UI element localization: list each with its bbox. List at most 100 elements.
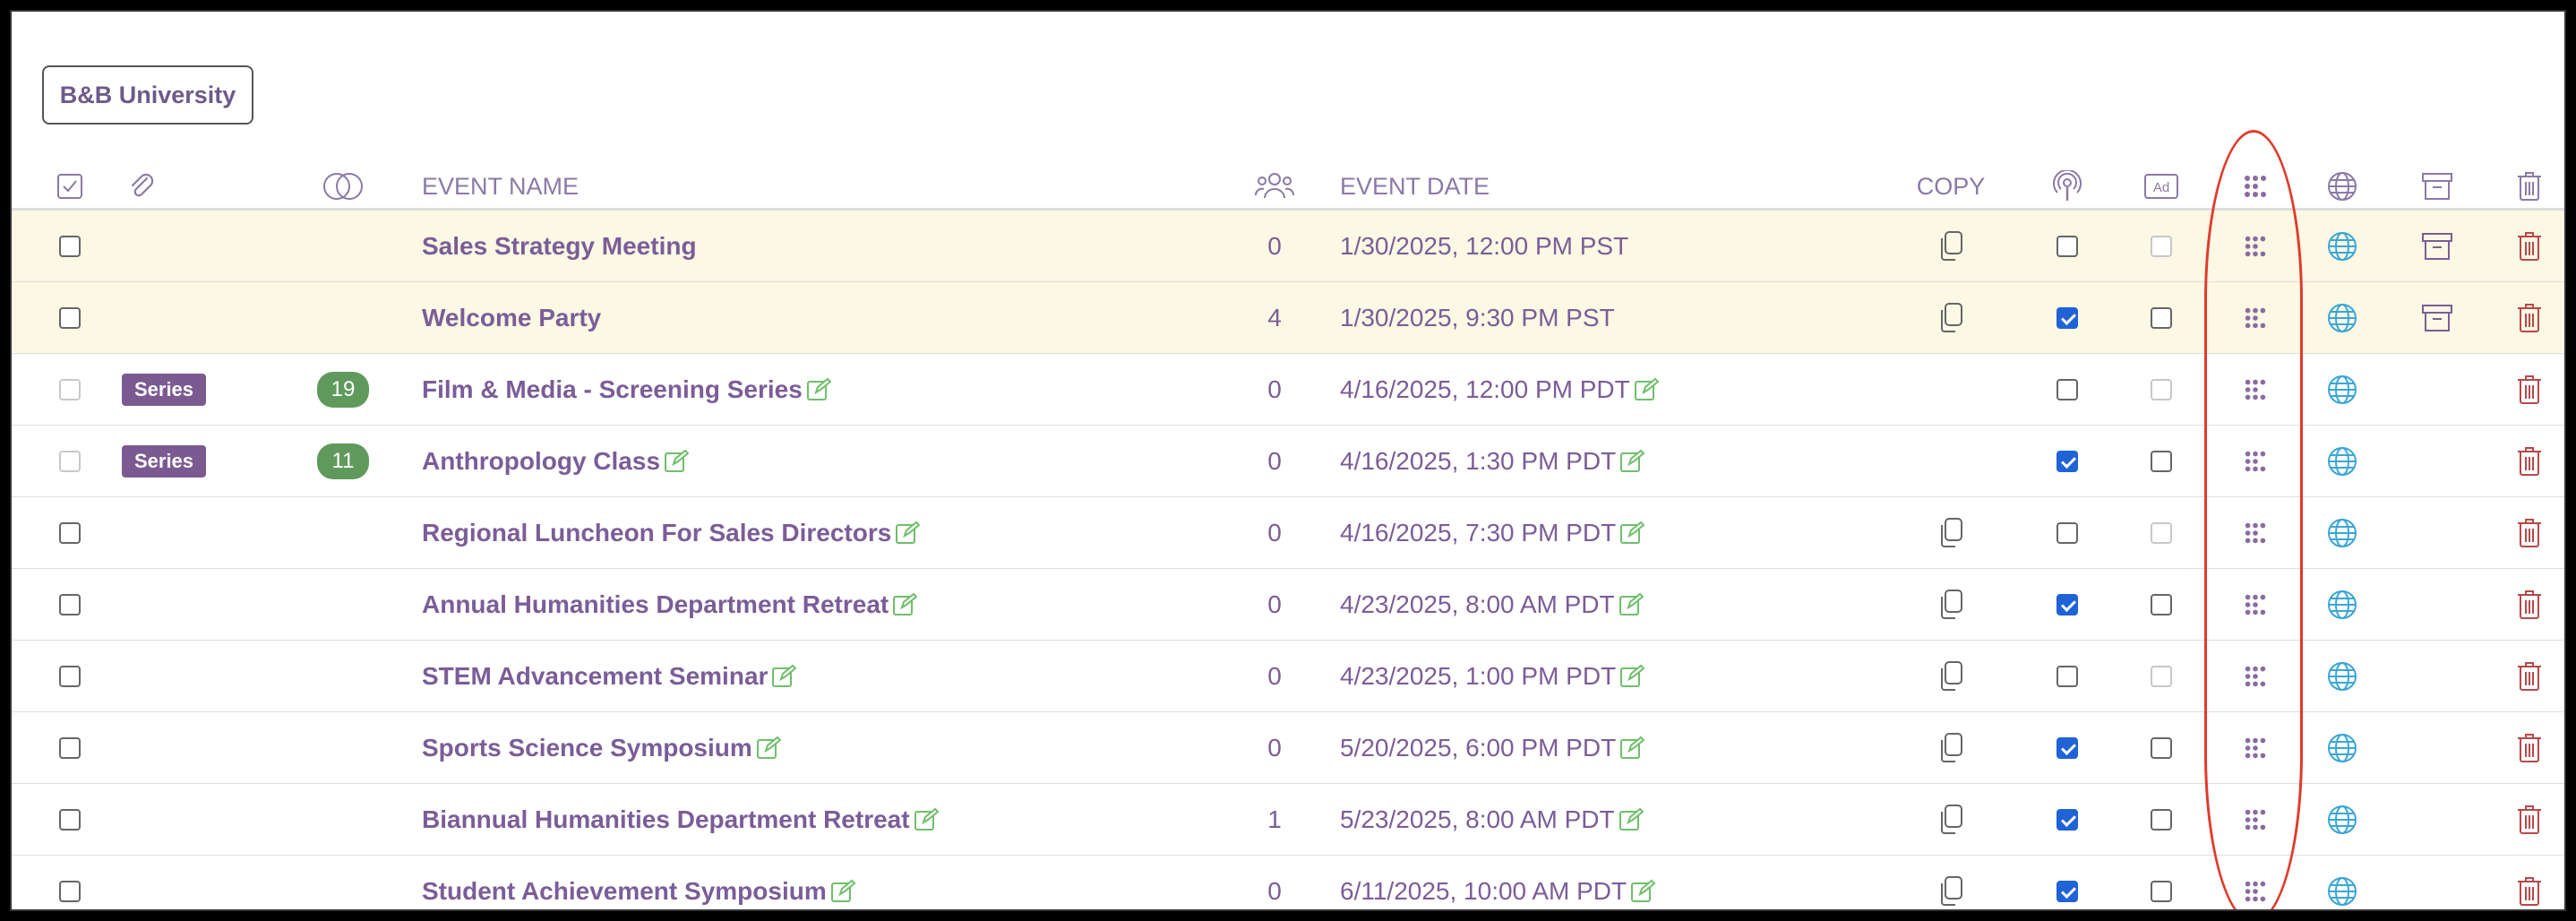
podcast-checkbox[interactable]	[2045, 569, 2090, 640]
globe-icon[interactable]	[2320, 784, 2365, 855]
ad-checkbox[interactable]	[2139, 354, 2184, 425]
edit-icon[interactable]	[806, 377, 831, 402]
event-name-link[interactable]: Regional Luncheon For Sales Directors	[422, 519, 891, 547]
podcast-checkbox[interactable]	[2045, 712, 2090, 783]
edit-icon[interactable]	[830, 879, 855, 904]
event-name-link[interactable]: Annual Humanities Department Retreat	[422, 590, 889, 619]
ad-checkbox[interactable]	[2139, 211, 2184, 281]
podcast-checkbox[interactable]	[2045, 211, 2090, 281]
trash-icon[interactable]	[2507, 856, 2552, 909]
ad-checkbox[interactable]	[2139, 641, 2184, 711]
trash-icon[interactable]	[2507, 784, 2552, 855]
cell-text: 0	[1267, 446, 1282, 475]
trash-icon[interactable]	[2507, 282, 2552, 353]
dots-grid-icon[interactable]	[2233, 354, 2278, 425]
row-select-checkbox[interactable]	[47, 426, 92, 496]
edit-icon[interactable]	[1634, 377, 1659, 402]
trash-icon[interactable]	[2507, 569, 2552, 640]
globe-icon[interactable]	[2320, 354, 2365, 425]
edit-icon[interactable]	[664, 449, 690, 474]
edit-icon[interactable]	[1619, 736, 1645, 761]
edit-icon[interactable]	[892, 592, 918, 617]
trash-icon[interactable]	[2507, 641, 2552, 711]
row-select-checkbox[interactable]	[47, 282, 92, 353]
table-row: STEM Advancement Seminar 0 4/23/2025, 1:00…	[12, 641, 2564, 712]
event-name-link[interactable]: Welcome Party	[422, 304, 601, 332]
event-name-link[interactable]: Sales Strategy Meeting	[422, 232, 697, 261]
trash-icon[interactable]	[2507, 354, 2552, 425]
globe-icon[interactable]	[2320, 712, 2365, 783]
event-name-link[interactable]: Biannual Humanities Department Retreat	[422, 805, 910, 834]
dots-grid-icon[interactable]	[2233, 641, 2278, 711]
edit-icon[interactable]	[1619, 592, 1644, 617]
podcast-checkbox[interactable]	[2045, 354, 2090, 425]
ad-checkbox[interactable]	[2139, 569, 2184, 640]
copy-icon[interactable]	[1928, 497, 1973, 568]
trash-icon[interactable]	[2507, 497, 2552, 568]
ad-checkbox[interactable]	[2139, 784, 2184, 855]
podcast-checkbox[interactable]	[2045, 426, 2090, 496]
copy-icon[interactable]	[1928, 856, 1973, 909]
archive-icon[interactable]	[2415, 211, 2460, 281]
edit-icon[interactable]	[1619, 664, 1645, 689]
trash-icon[interactable]	[2507, 211, 2552, 281]
ad-checkbox[interactable]	[2139, 497, 2184, 568]
attendee-count: 1	[1248, 784, 1301, 855]
row-select-checkbox[interactable]	[47, 856, 92, 909]
globe-icon[interactable]	[2320, 426, 2365, 496]
event-name-link[interactable]: Anthropology Class	[422, 447, 660, 476]
trash-icon[interactable]	[2507, 712, 2552, 783]
row-select-checkbox[interactable]	[47, 569, 92, 640]
trash-icon[interactable]	[2507, 426, 2552, 496]
dots-grid-icon[interactable]	[2233, 211, 2278, 281]
ad-checkbox[interactable]	[2139, 282, 2184, 353]
dots-grid-icon[interactable]	[2233, 784, 2278, 855]
copy-icon[interactable]	[1928, 569, 1973, 640]
copy-icon[interactable]	[1928, 282, 1973, 353]
dots-grid-icon[interactable]	[2233, 856, 2278, 909]
edit-icon[interactable]	[1619, 521, 1645, 546]
podcast-checkbox[interactable]	[2045, 856, 2090, 909]
row-select-checkbox[interactable]	[47, 211, 92, 281]
event-name-link[interactable]: Student Achievement Symposium	[422, 877, 827, 906]
edit-icon[interactable]	[895, 521, 921, 546]
dots-grid-icon[interactable]	[2233, 497, 2278, 568]
ad-checkbox[interactable]	[2139, 426, 2184, 496]
globe-icon[interactable]	[2320, 641, 2365, 711]
row-select-checkbox[interactable]	[47, 641, 92, 711]
copy-icon[interactable]	[1928, 641, 1973, 711]
edit-icon[interactable]	[771, 664, 797, 689]
row-select-checkbox[interactable]	[47, 712, 92, 783]
edit-icon[interactable]	[1630, 879, 1656, 904]
globe-icon[interactable]	[2320, 497, 2365, 568]
globe-icon[interactable]	[2320, 211, 2365, 281]
ad-checkbox[interactable]	[2139, 712, 2184, 783]
copy-icon[interactable]	[1928, 784, 1973, 855]
globe-icon[interactable]	[2320, 282, 2365, 353]
event-name-link[interactable]: STEM Advancement Seminar	[422, 662, 768, 691]
podcast-checkbox[interactable]	[2045, 641, 2090, 711]
event-name-link[interactable]: Sports Science Symposium	[422, 734, 752, 762]
dots-grid-icon[interactable]	[2233, 569, 2278, 640]
podcast-checkbox[interactable]	[2045, 497, 2090, 568]
row-select-checkbox[interactable]	[47, 784, 92, 855]
archive-icon[interactable]	[2415, 282, 2460, 353]
row-select-checkbox[interactable]	[47, 497, 92, 568]
podcast-checkbox[interactable]	[2045, 784, 2090, 855]
ad-checkbox[interactable]	[2139, 856, 2184, 909]
dots-grid-icon[interactable]	[2233, 282, 2278, 353]
globe-icon[interactable]	[2320, 569, 2365, 640]
org-filter-button[interactable]: B&B University	[42, 65, 253, 125]
row-select-checkbox[interactable]	[47, 354, 92, 425]
event-name-link[interactable]: Film & Media - Screening Series	[422, 375, 803, 404]
dots-grid-icon[interactable]	[2233, 712, 2278, 783]
copy-icon[interactable]	[1928, 712, 1973, 783]
edit-icon[interactable]	[756, 736, 781, 761]
edit-icon[interactable]	[1619, 449, 1645, 474]
globe-icon[interactable]	[2320, 856, 2365, 909]
edit-icon[interactable]	[914, 807, 939, 832]
edit-icon[interactable]	[1619, 807, 1644, 832]
dots-grid-icon[interactable]	[2233, 426, 2278, 496]
podcast-checkbox[interactable]	[2045, 282, 2090, 353]
copy-icon[interactable]	[1928, 211, 1973, 281]
